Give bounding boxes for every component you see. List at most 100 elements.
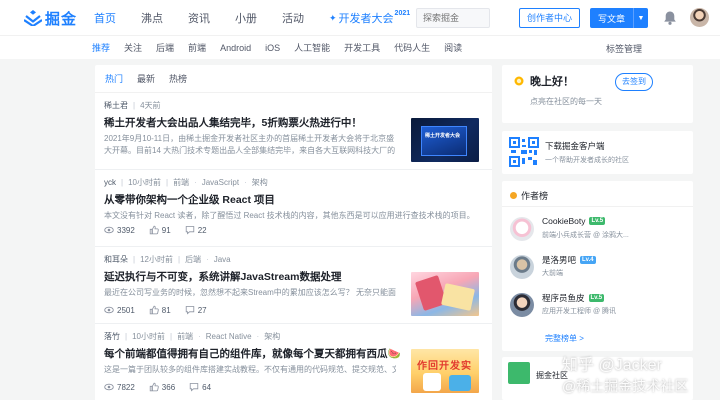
creator-center-button[interactable]: 创作者中心 (519, 8, 580, 28)
tag-following[interactable]: 关注 (124, 41, 142, 54)
article-tag[interactable]: 前端 (173, 177, 189, 188)
article-thumbnail[interactable]: 稀土开发者大会 (411, 118, 479, 162)
article-tag[interactable]: Java (214, 255, 231, 264)
author-name[interactable]: CookieBoty (542, 216, 585, 226)
views-stat: 3392 (104, 225, 135, 235)
nav-dev-conference[interactable]: ✦ 开发者大会 2021 (329, 10, 410, 26)
eye-icon (104, 383, 114, 391)
views-count: 3392 (117, 225, 135, 235)
nav-events[interactable]: 活动 (282, 10, 304, 26)
comments-stat[interactable]: 22 (185, 225, 207, 235)
tag-frontend[interactable]: 前端 (188, 41, 206, 54)
tag-manage-link[interactable]: 标签管理 (606, 42, 642, 55)
article-item[interactable]: 稀土君 | 4天前 稀土开发者大会出品人集结完毕，5折购票火热进行中！ 2021… (95, 93, 492, 170)
likes-stat[interactable]: 91 (149, 225, 171, 235)
meta-separator: | (125, 331, 128, 341)
download-app-card[interactable]: 下载掘金客户端 一个帮助开发者成长的社区 (502, 131, 693, 174)
meta-separator: | (169, 331, 173, 341)
author-avatar[interactable] (510, 293, 534, 317)
tab-latest[interactable]: 最新 (137, 72, 155, 85)
nav-home[interactable]: 首页 (94, 10, 116, 26)
article-tag[interactable]: React Native (206, 332, 252, 341)
article-tag[interactable]: 后端 (185, 254, 201, 265)
tag-reading[interactable]: 阅读 (444, 41, 462, 54)
tab-ranking[interactable]: 热榜 (169, 72, 187, 85)
meta-separator: | (165, 177, 169, 187)
likes-count: 81 (161, 305, 171, 315)
bell-icon[interactable] (662, 10, 678, 26)
article-tag[interactable]: 架构 (252, 177, 268, 188)
likes-count: 91 (161, 225, 171, 235)
thumbnail-text: 作回开发实 (417, 361, 472, 372)
article-time: 12小时前 (140, 254, 173, 264)
author-desc: 大前端 (542, 270, 563, 277)
likes-stat[interactable]: 366 (149, 382, 175, 392)
article-thumbnail[interactable]: 作回开发实 (411, 349, 479, 393)
comments-count: 27 (197, 305, 207, 315)
meta-separator: | (177, 254, 181, 264)
tag-recommended[interactable]: 推荐 (92, 41, 110, 54)
author-row[interactable]: 程序员鱼皮 Lv.5 应用开发工程师 @ 腾讯 (510, 289, 686, 325)
likes-stat[interactable]: 81 (149, 305, 171, 315)
article-item[interactable]: yck | 10小时前 | 前端 · JavaScript · 架构 从零带你架… (95, 170, 492, 247)
user-avatar[interactable] (690, 8, 709, 27)
comments-stat[interactable]: 64 (189, 382, 211, 392)
level-badge: Lv.5 (589, 217, 606, 225)
full-ranking-link[interactable]: 完整榜单 > (545, 333, 584, 344)
tag-dev-tools[interactable]: 开发工具 (344, 41, 380, 54)
author-name[interactable]: 是洛男吧 (542, 254, 576, 266)
article-title[interactable]: 从零带你架构一个企业级 React 项目 (104, 192, 492, 206)
search-input[interactable] (416, 8, 490, 28)
author-row[interactable]: 是洛男吧 Lv.4 大前端 (510, 251, 686, 287)
comments-stat[interactable]: 27 (185, 305, 207, 315)
article-tag[interactable]: JavaScript (202, 178, 239, 187)
article-tag[interactable]: 架构 (264, 331, 280, 342)
article-meta: 和耳朵 | 12小时前 | 后端 · Java (104, 253, 492, 265)
article-tag[interactable]: 前端 (177, 331, 193, 342)
tag-backend[interactable]: 后端 (156, 41, 174, 54)
tag-ios[interactable]: iOS (265, 43, 280, 53)
article-author[interactable]: yck (104, 178, 116, 187)
article-brief: 本文没有针对 React 读者，除了醒悟过 React 技术栈的内容，其他东西是… (104, 211, 475, 220)
sun-icon (514, 76, 524, 86)
article-item[interactable]: 落竹 | 10小时前 | 前端 · React Native · 架构 每个前端… (95, 324, 492, 400)
article-item[interactable]: 和耳朵 | 12小时前 | 后端 · Java 延迟执行与不可变，系统讲解Jav… (95, 247, 492, 324)
article-time: 4天前 (140, 100, 161, 110)
chevron-down-icon[interactable]: ▼ (634, 15, 648, 22)
author-desc: 前端小兵成长营 @ 涂鸦大... (542, 232, 629, 239)
greeting-card: 晚上好！ 去签到 点亮在社区的每一天 (502, 65, 693, 123)
author-avatar[interactable] (510, 255, 534, 279)
sign-in-button[interactable]: 去签到 (615, 73, 653, 91)
thumbs-up-icon (149, 382, 159, 392)
tag-android[interactable]: Android (220, 43, 251, 53)
tag-ai[interactable]: 人工智能 (294, 41, 330, 54)
community-card[interactable]: 掘金社区 (502, 357, 693, 400)
article-author[interactable]: 稀土君 (104, 100, 128, 111)
eye-icon (104, 226, 114, 234)
tag-code-life[interactable]: 代码人生 (394, 41, 430, 54)
meta-separator: | (133, 254, 136, 264)
nav-books[interactable]: 小册 (235, 10, 257, 26)
tab-hot[interactable]: 热门 (105, 72, 123, 85)
article-author[interactable]: 和耳朵 (104, 254, 128, 265)
nav-news[interactable]: 资讯 (188, 10, 210, 26)
author-name[interactable]: 程序员鱼皮 (542, 292, 585, 304)
meta-dot: · (198, 331, 201, 341)
article-meta: 稀土君 | 4天前 (104, 99, 492, 111)
juejin-logo[interactable]: 掘金 (24, 9, 77, 28)
views-count: 2501 (117, 305, 135, 315)
thumbnail-panel (421, 126, 467, 156)
author-row[interactable]: CookieBoty Lv.5 前端小兵成长营 @ 涂鸦大... (510, 213, 686, 249)
comment-icon (185, 306, 194, 315)
greeting-hint: 点亮在社区的每一天 (530, 97, 602, 106)
article-thumbnail[interactable] (411, 272, 479, 316)
write-article-button[interactable]: 写文章 ▼ (590, 8, 648, 28)
nav-pins[interactable]: 沸点 (141, 10, 163, 26)
author-avatar[interactable] (510, 217, 534, 241)
article-author[interactable]: 落竹 (104, 331, 120, 342)
thumbnail-shape (441, 283, 475, 311)
article-stats: 3392 91 22 (104, 225, 492, 235)
meta-dot: · (206, 254, 209, 264)
dev-conference-year: 2021 (394, 9, 411, 17)
juejin-logo-icon (24, 10, 42, 26)
